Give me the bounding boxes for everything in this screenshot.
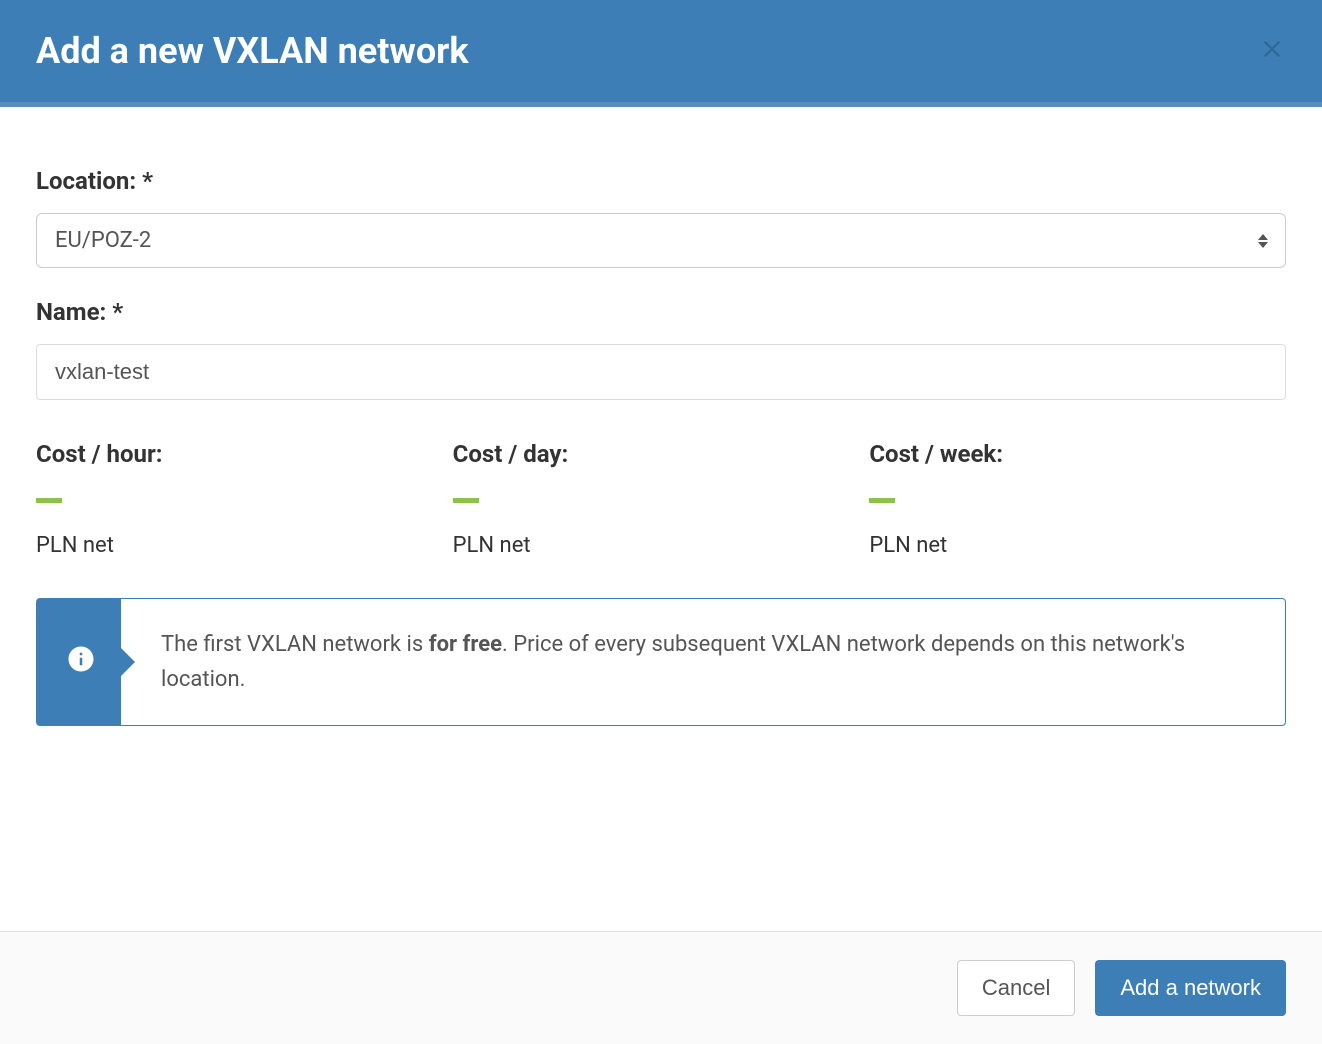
- add-vxlan-modal: Add a new VXLAN network Location: * EU/P…: [0, 0, 1322, 1044]
- cost-hour-dash: [36, 498, 62, 503]
- cost-day-label: Cost / day:: [453, 440, 870, 468]
- cost-row: Cost / hour: PLN net Cost / day: PLN net…: [36, 440, 1286, 558]
- cost-week-label: Cost / week:: [869, 440, 1286, 468]
- info-text-before: The first VXLAN network is: [161, 632, 429, 657]
- cost-week-unit: PLN net: [869, 533, 1286, 558]
- close-icon[interactable]: [1258, 33, 1286, 69]
- add-network-button[interactable]: Add a network: [1095, 960, 1286, 1016]
- cost-hour-unit: PLN net: [36, 533, 453, 558]
- info-text: The first VXLAN network is for free. Pri…: [121, 599, 1285, 725]
- location-select[interactable]: EU/POZ-2: [36, 213, 1286, 268]
- info-icon-wrap: [41, 599, 121, 725]
- cost-week-col: Cost / week: PLN net: [869, 440, 1286, 558]
- location-select-wrapper: EU/POZ-2: [36, 213, 1286, 268]
- name-input[interactable]: [36, 344, 1286, 400]
- cancel-button[interactable]: Cancel: [957, 960, 1075, 1016]
- cost-hour-label: Cost / hour:: [36, 440, 453, 468]
- name-group: Name: *: [36, 298, 1286, 400]
- name-label: Name: *: [36, 298, 1286, 326]
- location-label: Location: *: [36, 167, 1286, 195]
- info-icon: [66, 644, 96, 681]
- modal-title: Add a new VXLAN network: [36, 30, 469, 72]
- modal-header: Add a new VXLAN network: [0, 0, 1322, 107]
- cost-hour-col: Cost / hour: PLN net: [36, 440, 453, 558]
- modal-body: Location: * EU/POZ-2 Name: * Cost / hour…: [0, 107, 1322, 931]
- cost-week-dash: [869, 498, 895, 503]
- location-group: Location: * EU/POZ-2: [36, 167, 1286, 268]
- cost-day-col: Cost / day: PLN net: [453, 440, 870, 558]
- cost-day-dash: [453, 498, 479, 503]
- info-box: The first VXLAN network is for free. Pri…: [36, 598, 1286, 726]
- cost-day-unit: PLN net: [453, 533, 870, 558]
- modal-footer: Cancel Add a network: [0, 931, 1322, 1044]
- info-text-bold: for free: [429, 632, 502, 657]
